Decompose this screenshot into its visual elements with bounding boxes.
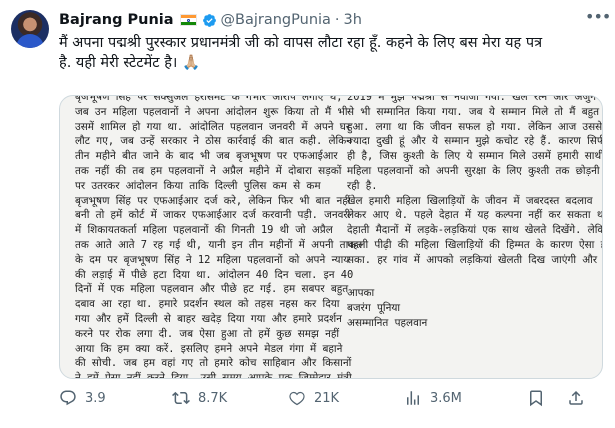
letter-left-line: की लड़ाई में पीछे हटा दिया था. आंदोलन 40… xyxy=(75,268,354,281)
reply-button[interactable]: 3.9 xyxy=(59,389,106,407)
letter-right-line: ज्यादा दुखी हूं और ये सम्मान मुझे कचोट र… xyxy=(347,135,603,148)
letter-right-line: 2019 में मुझे पद्मश्री से नवाजा गया. खेल… xyxy=(347,95,603,103)
heart-icon xyxy=(289,391,305,406)
tweet-time[interactable]: 3h xyxy=(344,12,362,28)
letter-left-line: ने हमें ऐसा नहीं करने दिया. उसी समय आपके… xyxy=(75,372,352,379)
letter-left-line: दिनों में एक महिला पहलवान और पीछे हट गई.… xyxy=(75,283,349,296)
letter-right-line: देहाती मैदानों में लड़के-लड़कियां एक साथ… xyxy=(347,224,603,237)
india-flag-icon xyxy=(179,14,197,26)
letter-left-column: बृजभूषण सिंह पर सेक्सुअल हरासमेंट के गंभ… xyxy=(75,95,363,379)
share-icon xyxy=(569,390,583,405)
tweet-header: Bajrang Punia @BajrangPunia · 3h xyxy=(59,10,362,30)
letter-left-line: आया कि हम क्या करें. इसलिए हमने अपने मेड… xyxy=(75,342,343,355)
letter-right-line: रही है. xyxy=(347,179,378,192)
retweet-icon xyxy=(172,391,190,405)
tweet-actions: 3.9 8.7K 21K 3.6M xyxy=(59,388,599,408)
letter-left-line: उसमें शामिल हो गया था. आंदोलित पहलवान जन… xyxy=(75,120,351,133)
letter-right-line: खेल हमारी महिला खिलाड़ियों के जीवन में ज… xyxy=(347,194,593,207)
letter-right-line: महिला पहलवानों को अपनी सुरक्षा के लिए कु… xyxy=(347,164,603,177)
letter-signoff-line: असम्मानित पहलवान xyxy=(347,316,428,329)
letter-right-line: हुआ. लगा था कि जीवन सफल हो गया. लेकिन आज… xyxy=(347,120,603,133)
bookmark-icon xyxy=(530,390,542,407)
author-handle[interactable]: @BajrangPunia xyxy=(221,12,331,28)
letter-signoff: आपका बजरंग पूनिया असम्मानित पहलवान xyxy=(347,286,427,330)
reply-icon xyxy=(60,390,76,406)
verified-badge-icon xyxy=(202,13,216,27)
letter-left-line: तक नहीं की तब हम पहलवानों ने अप्रैल महीन… xyxy=(75,164,342,177)
letter-left-line: गया और हमें दिल्ली से बाहर खदेड़ दिया गय… xyxy=(75,312,342,325)
letter-left-line: लौट गए, जब उन्हें सरकार ने ठोस कार्रवाई … xyxy=(75,135,352,148)
letter-left-line: की सोची. जब हम वहां गए तो हमारे कोच साहि… xyxy=(75,357,352,370)
views-button[interactable]: 3.6M xyxy=(404,389,462,407)
letter-right-column: 2019 में मुझे पद्मश्री से नवाजा गया. खेल… xyxy=(347,95,603,268)
letter-left-line: बृजभूषण सिंह पर एफआईआर दर्ज करे, लेकिन फ… xyxy=(75,194,351,207)
letter-left-line: तक आते आते 7 रह गई थी, यानी इन तीन महीनो… xyxy=(75,238,363,251)
letter-signoff-line: बजरंग पूनिया xyxy=(347,301,401,314)
tweet-text: मैं अपना पद्मश्री पुरस्कार प्रधानमंत्री … xyxy=(59,33,599,73)
avatar-figure xyxy=(16,34,44,48)
letter-left-line: में शिकायतकर्ता महिला पहलवानों की गिनती … xyxy=(75,224,333,237)
views-count: 3.6M xyxy=(430,390,462,406)
letter-left-line: पर उतरकर आंदोलन किया ताकि दिल्ली पुलिस क… xyxy=(75,179,321,192)
letter-left-line: के दम पर बृजभूषण सिंह ने 12 महिला पहलवान… xyxy=(75,253,350,266)
letter-right-line: पहली पीढ़ी की महिला खिलाड़ियों की हिम्मत… xyxy=(347,238,603,251)
author-name[interactable]: Bajrang Punia xyxy=(59,12,174,28)
reply-count: 3.9 xyxy=(85,390,106,406)
letter-right-line: से भी सम्मानित किया गया. जब ये सम्मान मि… xyxy=(347,105,603,118)
letter-left-line: जब उन महिला पहलवानों ने अपना आंदोलन शुरू… xyxy=(75,105,348,118)
letter-left-line: बनी तो हमें कोर्ट में जाकर एफआईआर दर्ज क… xyxy=(75,209,351,222)
letter-left-line: दबाव आ रहा था. हमारे प्रदर्शन स्थल को तह… xyxy=(75,298,340,311)
share-button[interactable] xyxy=(527,389,593,407)
author-avatar[interactable] xyxy=(11,10,49,48)
letter-image[interactable]: बृजभूषण सिंह पर सेक्सुअल हरासमेंट के गंभ… xyxy=(59,95,603,379)
tweet-text-line-2: है. यही मेरी स्टेटमेंट है। 🙏🏼 xyxy=(59,55,201,71)
letter-left-line: करने पर रोक लगा दी. जब ऐसा हुआ तो हमें क… xyxy=(75,327,340,340)
retweet-count: 8.7K xyxy=(198,390,228,406)
separator-dot: · xyxy=(334,12,340,28)
retweet-button[interactable]: 8.7K xyxy=(172,389,227,407)
more-options-icon[interactable]: ••• xyxy=(585,9,611,28)
letter-left-line: बृजभूषण सिंह पर सेक्सुअल हरासमेंट के गंभ… xyxy=(75,95,343,103)
like-count: 21K xyxy=(314,390,340,406)
like-button[interactable]: 21K xyxy=(288,389,339,407)
letter-signoff-line: आपका xyxy=(347,287,375,299)
tweet-text-line-1: मैं अपना पद्मश्री पुरस्कार प्रधानमंत्री … xyxy=(59,35,543,51)
letter-left-line: तीन महीने बीत जाने के बाद भी जब बृजभूषण … xyxy=(75,150,338,163)
letter-right-line: सका. हर गांव में आपको लड़कियां खेलती दिख… xyxy=(347,253,603,266)
letter-right-line: लेकर आए थे. पहले देहात में यह कल्पना नही… xyxy=(347,209,603,222)
analytics-icon xyxy=(407,391,419,405)
letter-right-line: ही है, जिस कुश्ती के लिए ये सम्मान मिले … xyxy=(347,150,603,163)
